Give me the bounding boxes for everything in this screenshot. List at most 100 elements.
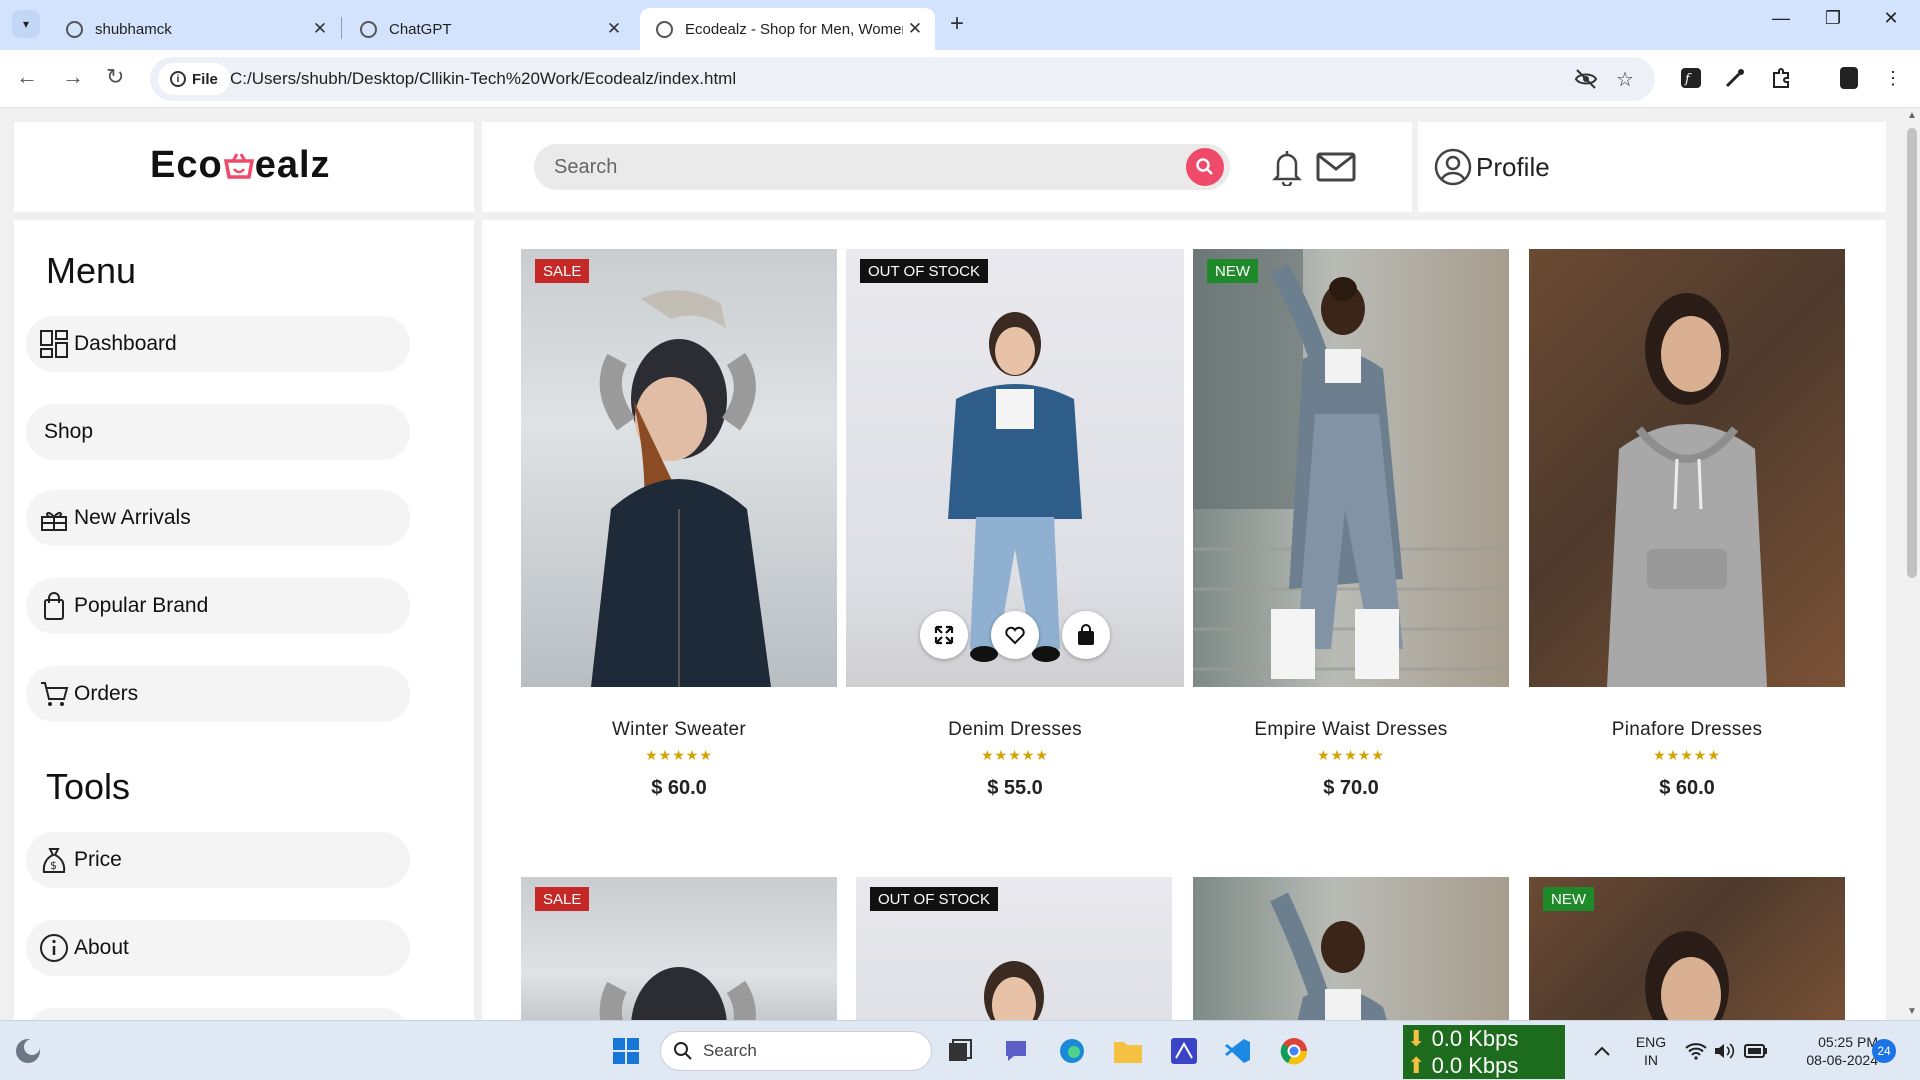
search-input[interactable]: [552, 144, 1152, 190]
globe-icon: [66, 20, 83, 38]
product-title[interactable]: Winter Sweater: [521, 719, 837, 741]
back-icon[interactable]: ←: [16, 64, 38, 90]
mail-icon[interactable]: [1316, 152, 1356, 187]
sidebar-item-partial[interactable]: [26, 1008, 410, 1020]
sidebar: Menu Dashboard Shop New Arrivals Popular…: [14, 220, 474, 1020]
menu-heading: Menu: [46, 250, 137, 291]
profile-label: Profile: [1476, 151, 1550, 182]
info-icon: [38, 932, 70, 964]
brand-logo[interactable]: Eco ealz: [150, 144, 331, 187]
taskbar-search-label: Search: [703, 1041, 757, 1060]
tab-ecodealz[interactable]: Ecodealz - Shop for Men, Women ✕: [640, 8, 935, 50]
product-image[interactable]: [1529, 249, 1845, 687]
weather-icon[interactable]: [12, 1035, 44, 1067]
minimize-button[interactable]: —: [1758, 8, 1804, 29]
eyedropper-icon[interactable]: [1722, 65, 1748, 91]
chevron-up-icon[interactable]: [1586, 1035, 1618, 1067]
vscode-icon[interactable]: [1222, 1035, 1254, 1067]
sidebar-item-about[interactable]: About: [26, 920, 410, 976]
expand-icon: [934, 625, 954, 645]
product-image[interactable]: SALE: [521, 249, 837, 687]
network-speed-widget: ⬇ 0.0 Kbps ⬆ 0.0 Kbps: [1403, 1025, 1565, 1079]
windows-start-icon[interactable]: [610, 1035, 642, 1067]
product-image[interactable]: OUT OF STOCK: [856, 877, 1172, 1020]
url-text[interactable]: C:/Users/shubh/Desktop/Cllikin-Tech%20Wo…: [230, 69, 736, 89]
wishlist-button[interactable]: [991, 611, 1039, 659]
teams-chat-icon[interactable]: [1000, 1035, 1032, 1067]
new-badge: NEW: [1207, 259, 1258, 283]
sidebar-item-price[interactable]: $ Price: [26, 832, 410, 888]
hoodie-woman-photo: [1607, 293, 1767, 687]
math-app-icon[interactable]: [1168, 1035, 1200, 1067]
out-of-stock-badge: OUT OF STOCK: [870, 887, 998, 911]
page-viewport: Ecoealz Profile Menu Dashboard: [0, 108, 1904, 1020]
address-bar[interactable]: i File C:/Users/shubh/Desktop/Cllikin-Te…: [150, 57, 1655, 101]
bell-icon[interactable]: [1271, 148, 1303, 191]
notification-badge[interactable]: 24: [1872, 1039, 1896, 1063]
site-info-chip[interactable]: i File: [158, 63, 230, 95]
product-image[interactable]: OUT OF STOCK: [846, 249, 1184, 687]
sidebar-item-dashboard[interactable]: Dashboard: [26, 316, 410, 372]
close-window-button[interactable]: ✕: [1868, 8, 1914, 29]
tab-chatgpt[interactable]: ChatGPT ✕: [344, 8, 634, 50]
tab-separator: [341, 17, 342, 39]
restore-button[interactable]: ❐: [1810, 8, 1856, 29]
scroll-down-icon[interactable]: ▼: [1907, 1006, 1917, 1017]
task-view-icon[interactable]: [944, 1035, 976, 1067]
tab-title: ChatGPT: [389, 20, 452, 38]
shopping-bag-icon: [1078, 624, 1094, 645]
forward-icon[interactable]: →: [62, 64, 84, 90]
up-arrow-icon: ⬆: [1407, 1053, 1426, 1078]
tab-shubhamck[interactable]: shubhamck ✕: [50, 8, 340, 50]
profile-button[interactable]: Profile: [1434, 148, 1550, 186]
sidebar-item-label: About: [74, 936, 129, 959]
scroll-thumb[interactable]: [1907, 128, 1917, 578]
close-icon[interactable]: ✕: [602, 19, 626, 39]
sidebar-item-orders[interactable]: Orders: [26, 666, 410, 722]
eye-off-icon[interactable]: [1574, 67, 1598, 97]
bookmark-star-icon[interactable]: ☆: [1616, 67, 1634, 92]
volume-icon[interactable]: [1708, 1035, 1740, 1067]
logo-suffix: ealz: [254, 144, 331, 186]
quick-view-button[interactable]: [920, 611, 968, 659]
sidebar-item-label: Popular Brand: [74, 594, 209, 617]
browser-toolbar: ← → ↻ i File C:/Users/shubh/Desktop/Clli…: [0, 50, 1920, 108]
search-icon: [674, 1042, 692, 1060]
extensions-puzzle-icon[interactable]: [1768, 65, 1794, 91]
product-image[interactable]: NEW: [1529, 877, 1845, 1020]
product-image[interactable]: NEW: [1193, 249, 1509, 687]
chrome-icon[interactable]: [1278, 1035, 1310, 1067]
file-explorer-icon[interactable]: [1112, 1035, 1144, 1067]
new-tab-button[interactable]: +: [950, 10, 964, 38]
taskbar-search[interactable]: Search: [660, 1031, 932, 1071]
edge-browser-icon[interactable]: [1056, 1035, 1088, 1067]
product-title[interactable]: Pinafore Dresses: [1529, 719, 1845, 741]
product-title[interactable]: Denim Dresses: [846, 719, 1184, 741]
rating-stars: ★★★★★: [1653, 747, 1721, 763]
extension-fx-icon[interactable]: f: [1678, 65, 1704, 91]
close-icon[interactable]: ✕: [903, 19, 927, 39]
heart-icon: [1005, 626, 1025, 645]
rating-stars: ★★★★★: [1317, 747, 1385, 763]
svg-text:$: $: [50, 859, 57, 872]
search-button[interactable]: [1186, 148, 1224, 186]
reload-icon[interactable]: ↻: [106, 64, 124, 90]
sidebar-item-shop[interactable]: Shop: [26, 404, 410, 460]
scroll-up-icon[interactable]: ▲: [1907, 110, 1917, 121]
add-to-cart-button[interactable]: [1062, 611, 1110, 659]
product-image[interactable]: SALE: [521, 877, 837, 1020]
tab-search-dropdown[interactable]: ▾: [12, 10, 40, 38]
battery-icon[interactable]: [1740, 1035, 1772, 1067]
product-image[interactable]: [1193, 877, 1509, 1020]
down-arrow-icon: ⬇: [1407, 1026, 1426, 1051]
language-indicator[interactable]: ENG IN: [1630, 1033, 1672, 1069]
tab-title: Ecodealz - Shop for Men, Women: [685, 20, 903, 38]
more-menu-icon[interactable]: ⋮: [1880, 65, 1906, 91]
page-scrollbar[interactable]: ▲ ▼: [1904, 108, 1920, 1020]
sidebar-item-new-arrivals[interactable]: New Arrivals: [26, 490, 410, 546]
product-title[interactable]: Empire Waist Dresses: [1193, 719, 1509, 741]
profile-avatar-icon[interactable]: [1836, 65, 1862, 91]
sidebar-item-popular-brand[interactable]: Popular Brand: [26, 578, 410, 634]
clock[interactable]: 05:25 PM 08-06-2024: [1782, 1033, 1878, 1069]
close-icon[interactable]: ✕: [308, 19, 332, 39]
